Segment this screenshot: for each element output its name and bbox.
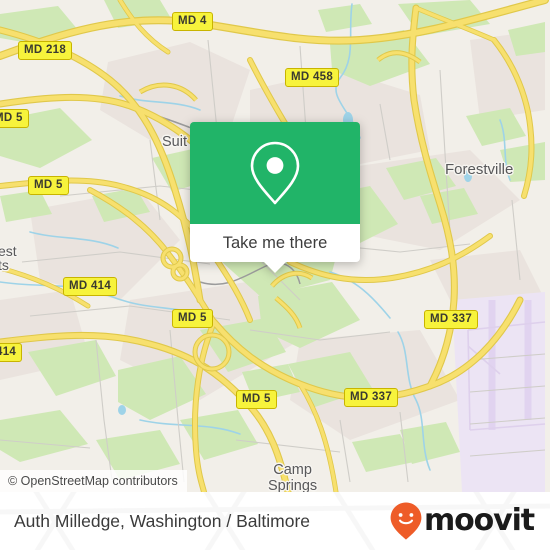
- place-label: Forestville: [445, 161, 514, 178]
- take-me-there-button[interactable]: Take me there: [190, 224, 360, 273]
- road-shield: MD 5: [236, 390, 277, 409]
- place-label: ts: [0, 257, 9, 273]
- popup-image-panel: [190, 122, 360, 224]
- road-shield: MD 5: [0, 109, 29, 128]
- map-attribution[interactable]: © OpenStreetMap contributors: [0, 470, 187, 492]
- place-label: Camp Springs: [268, 462, 317, 492]
- road-shield: MD 5: [28, 176, 69, 195]
- take-me-there-label: Take me there: [222, 233, 328, 252]
- moovit-logo[interactable]: moovit: [389, 501, 535, 541]
- road-shield: MD 337: [424, 310, 479, 329]
- road-shield: 414: [0, 343, 23, 362]
- footer-bar: Auth Milledge, Washington / Baltimore mo…: [0, 492, 550, 550]
- page-title: Auth Milledge, Washington / Baltimore: [14, 510, 311, 531]
- place-label: Suit: [162, 134, 187, 150]
- road-shield: MD 218: [18, 41, 73, 60]
- place-label-line: Springs: [268, 478, 318, 492]
- moovit-map-screenshot: MD 4 MD 218 MD 458 MD 5 MD 5 MD 414 MD 5 MD 337…: [0, 0, 550, 550]
- place-label-line: Camp: [273, 462, 312, 478]
- moovit-pin-smiley-icon: [390, 502, 422, 540]
- moovit-wordmark: moovit: [423, 503, 535, 538]
- map-pin-icon: [250, 141, 300, 205]
- location-popup-card[interactable]: Take me there: [190, 122, 360, 273]
- road-shield: MD 4: [172, 12, 213, 31]
- road-shield: MD 337: [344, 388, 399, 407]
- popup-pointer-tail: [264, 262, 286, 273]
- road-shield: MD 414: [63, 277, 118, 296]
- road-shield: MD 458: [285, 68, 340, 87]
- road-shield: MD 5: [172, 309, 213, 328]
- map-canvas[interactable]: MD 4 MD 218 MD 458 MD 5 MD 5 MD 414 MD 5 MD 337…: [0, 0, 550, 492]
